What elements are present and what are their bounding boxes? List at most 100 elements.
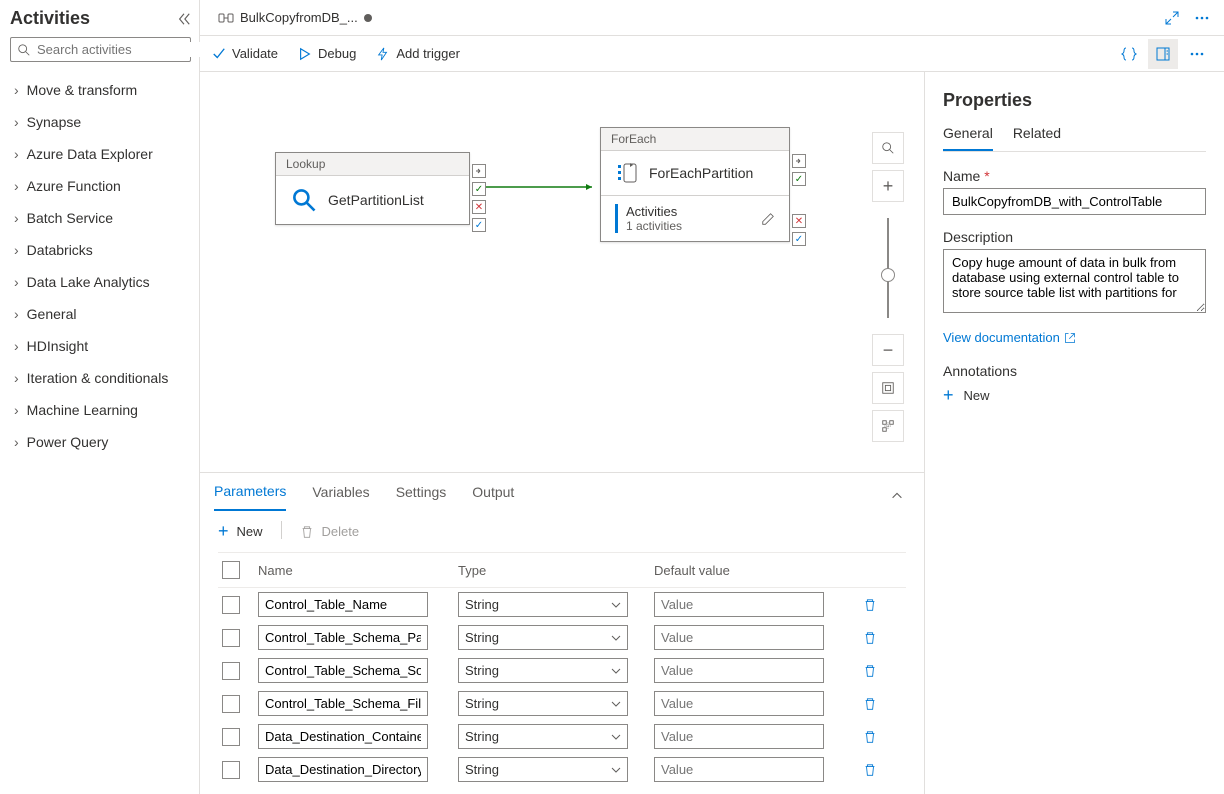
- tab-variables[interactable]: Variables: [312, 484, 369, 510]
- properties-toggle-button[interactable]: [1148, 39, 1178, 69]
- more-icon[interactable]: [1194, 10, 1210, 26]
- add-trigger-button[interactable]: Add trigger: [376, 46, 460, 61]
- debug-button[interactable]: Debug: [298, 46, 356, 61]
- row-checkbox[interactable]: [222, 728, 240, 746]
- category-item[interactable]: ›General: [10, 298, 191, 330]
- param-default-field[interactable]: [654, 592, 824, 617]
- trash-icon[interactable]: [863, 697, 877, 711]
- name-field[interactable]: [943, 188, 1206, 215]
- param-default-field[interactable]: [654, 625, 824, 650]
- row-checkbox[interactable]: [222, 761, 240, 779]
- more-toolbar-button[interactable]: [1182, 39, 1212, 69]
- row-checkbox[interactable]: [222, 629, 240, 647]
- category-item[interactable]: ›Machine Learning: [10, 394, 191, 426]
- category-item[interactable]: ›Data Lake Analytics: [10, 266, 191, 298]
- validate-button[interactable]: Validate: [212, 46, 278, 61]
- code-view-button[interactable]: [1114, 39, 1144, 69]
- search-field[interactable]: [37, 42, 213, 57]
- category-item[interactable]: ›Synapse: [10, 106, 191, 138]
- document-tab[interactable]: BulkCopyfromDB_...: [208, 0, 382, 35]
- row-checkbox[interactable]: [222, 596, 240, 614]
- trash-icon[interactable]: [863, 631, 877, 645]
- param-type-select[interactable]: String: [458, 592, 628, 617]
- param-name-field[interactable]: [258, 724, 428, 749]
- activities-sidebar: Activities ›Move & transform›Synapse›Azu…: [0, 0, 200, 794]
- sidebar-collapse[interactable]: [177, 12, 191, 26]
- annotations-label: Annotations: [943, 363, 1206, 379]
- param-type-select[interactable]: String: [458, 691, 628, 716]
- row-checkbox[interactable]: [222, 695, 240, 713]
- port-completion[interactable]: ✓: [792, 232, 806, 246]
- category-item[interactable]: ›HDInsight: [10, 330, 191, 362]
- braces-icon: [1121, 46, 1137, 62]
- expand-icon[interactable]: [1164, 10, 1180, 26]
- category-item[interactable]: ›Azure Function: [10, 170, 191, 202]
- param-type-select[interactable]: String: [458, 658, 628, 683]
- tab-settings[interactable]: Settings: [396, 484, 447, 510]
- view-documentation-link[interactable]: View documentation: [943, 330, 1076, 345]
- pipeline-canvas[interactable]: Lookup GetPartitionList ✓ ✕ ✓: [200, 72, 924, 472]
- new-parameter-button[interactable]: + New: [218, 521, 263, 542]
- annotation-new-button[interactable]: + New: [943, 385, 1206, 406]
- zoom-slider[interactable]: [872, 208, 904, 328]
- trash-icon[interactable]: [863, 730, 877, 744]
- tab-parameters[interactable]: Parameters: [214, 483, 286, 511]
- trash-icon[interactable]: [863, 664, 877, 678]
- parameter-row: String: [218, 720, 906, 753]
- param-default-field[interactable]: [654, 658, 824, 683]
- param-name-field[interactable]: [258, 658, 428, 683]
- param-default-field[interactable]: [654, 757, 824, 782]
- chevron-down-icon: [611, 699, 621, 709]
- category-item[interactable]: ›Iteration & conditionals: [10, 362, 191, 394]
- chevron-right-icon: ›: [14, 306, 19, 322]
- document-tabs: BulkCopyfromDB_...: [200, 0, 1224, 36]
- param-default-field[interactable]: [654, 724, 824, 749]
- trash-icon[interactable]: [863, 598, 877, 612]
- category-label: Data Lake Analytics: [27, 274, 150, 290]
- port-fail[interactable]: ✕: [792, 214, 806, 228]
- category-item[interactable]: ›Azure Data Explorer: [10, 138, 191, 170]
- search-icon: [881, 141, 895, 155]
- foreach-activity[interactable]: ForEach ForEachPartition Activities 1 ac…: [600, 127, 790, 242]
- port-fail[interactable]: ✕: [472, 200, 486, 214]
- zoom-out-button[interactable]: −: [872, 334, 904, 366]
- param-default-field[interactable]: [654, 691, 824, 716]
- category-item[interactable]: ›Databricks: [10, 234, 191, 266]
- param-name-field[interactable]: [258, 691, 428, 716]
- delete-parameter-button[interactable]: Delete: [300, 521, 360, 542]
- zoom-in-button[interactable]: +: [872, 170, 904, 202]
- category-item[interactable]: ›Move & transform: [10, 74, 191, 106]
- param-type-select[interactable]: String: [458, 625, 628, 650]
- row-checkbox[interactable]: [222, 662, 240, 680]
- search-input[interactable]: [10, 37, 191, 62]
- param-name-field[interactable]: [258, 757, 428, 782]
- fit-screen-button[interactable]: [872, 372, 904, 404]
- activity-type-label: Lookup: [276, 153, 469, 176]
- collapse-panel-button[interactable]: [890, 489, 910, 506]
- category-item[interactable]: ›Power Query: [10, 426, 191, 458]
- tab-output[interactable]: Output: [472, 484, 514, 510]
- auto-align-button[interactable]: [872, 410, 904, 442]
- description-field[interactable]: [943, 249, 1206, 313]
- lookup-activity[interactable]: Lookup GetPartitionList: [275, 152, 470, 225]
- chevron-down-icon: [611, 666, 621, 676]
- edit-icon[interactable]: [761, 212, 775, 226]
- category-label: Azure Function: [27, 178, 121, 194]
- param-name-field[interactable]: [258, 625, 428, 650]
- select-all-checkbox[interactable]: [222, 561, 240, 579]
- bottom-panel: ParametersVariablesSettingsOutput + New …: [200, 472, 924, 794]
- port-skip[interactable]: [792, 154, 806, 168]
- trash-icon[interactable]: [863, 763, 877, 777]
- category-item[interactable]: ›Batch Service: [10, 202, 191, 234]
- port-success[interactable]: ✓: [792, 172, 806, 186]
- tab-general[interactable]: General: [943, 125, 993, 151]
- param-type-select[interactable]: String: [458, 724, 628, 749]
- tab-related[interactable]: Related: [1013, 125, 1061, 151]
- port-success[interactable]: ✓: [472, 182, 486, 196]
- port-skip[interactable]: [472, 164, 486, 178]
- param-type-select[interactable]: String: [458, 757, 628, 782]
- param-name-field[interactable]: [258, 592, 428, 617]
- port-completion[interactable]: ✓: [472, 218, 486, 232]
- zoom-search-button[interactable]: [872, 132, 904, 164]
- parameter-row: String: [218, 753, 906, 786]
